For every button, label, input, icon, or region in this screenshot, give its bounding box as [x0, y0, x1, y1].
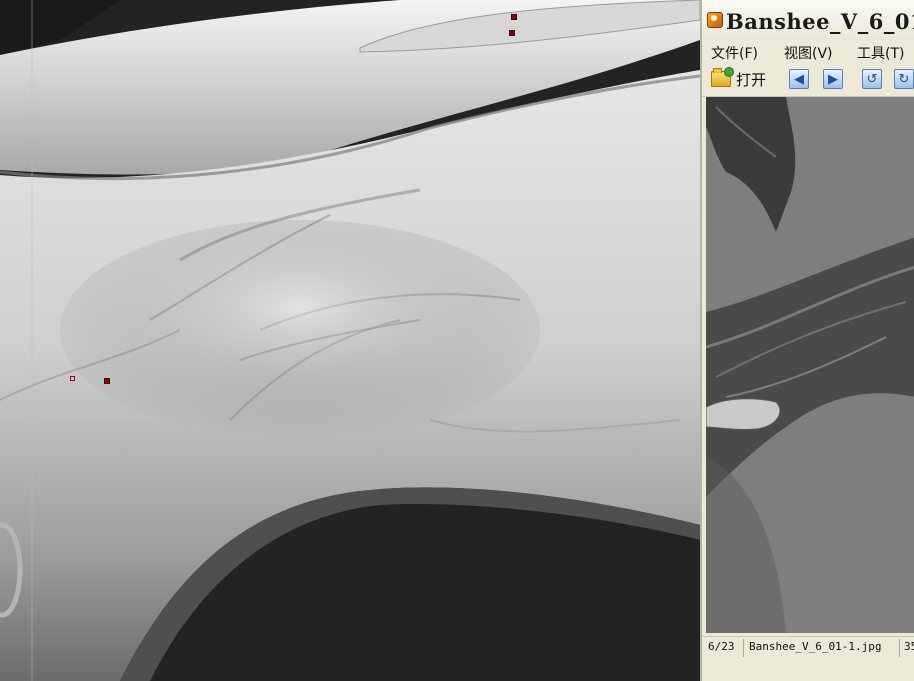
image-viewer-window[interactable]: Banshee_V_6_01- 文件(F) 视图(V) 工具(T) 打开 ◀ ▶… — [700, 0, 914, 681]
window-bottom-edge — [702, 658, 914, 681]
open-button[interactable]: 打开 — [711, 67, 766, 91]
previous-image-icon: ◀ — [789, 69, 809, 89]
status-divider — [899, 639, 900, 657]
next-image-button[interactable]: ▶ — [823, 67, 843, 91]
menu-view[interactable]: 视图(V) — [784, 43, 833, 63]
transpose-point-marker[interactable] — [509, 30, 515, 36]
menu-tools[interactable]: 工具(T) — [857, 43, 904, 63]
image-info: 35 — [904, 640, 914, 653]
previous-image-button[interactable]: ◀ — [789, 67, 809, 91]
status-divider — [743, 639, 744, 657]
next-image-icon: ▶ — [823, 69, 843, 89]
open-folder-icon — [711, 67, 734, 87]
toolbar: 打开 ◀ ▶ ↺ ↻ — [702, 62, 914, 97]
transpose-point-marker[interactable] — [70, 376, 75, 381]
image-display[interactable] — [706, 97, 914, 633]
status-bar: 6/23 Banshee_V_6_01-1.jpg 35 — [702, 636, 914, 659]
rotate-right-icon: ↻ — [894, 69, 914, 89]
transpose-point-marker[interactable] — [511, 14, 517, 20]
rotate-right-button[interactable]: ↻ — [894, 67, 914, 91]
menu-bar: 文件(F) 视图(V) 工具(T) — [702, 40, 914, 62]
app-icon — [707, 12, 723, 28]
title-bar[interactable]: Banshee_V_6_01- — [702, 0, 914, 40]
image-position-counter: 6/23 — [708, 640, 735, 653]
window-title: Banshee_V_6_01- — [726, 9, 914, 34]
rotate-left-icon: ↺ — [862, 69, 882, 89]
concept-image — [706, 97, 914, 633]
open-button-label: 打开 — [736, 70, 767, 89]
menu-file[interactable]: 文件(F) — [711, 43, 758, 63]
image-filename: Banshee_V_6_01-1.jpg — [749, 640, 882, 653]
rotate-left-button[interactable]: ↺ — [862, 67, 882, 91]
transpose-point-marker[interactable] — [104, 378, 110, 384]
